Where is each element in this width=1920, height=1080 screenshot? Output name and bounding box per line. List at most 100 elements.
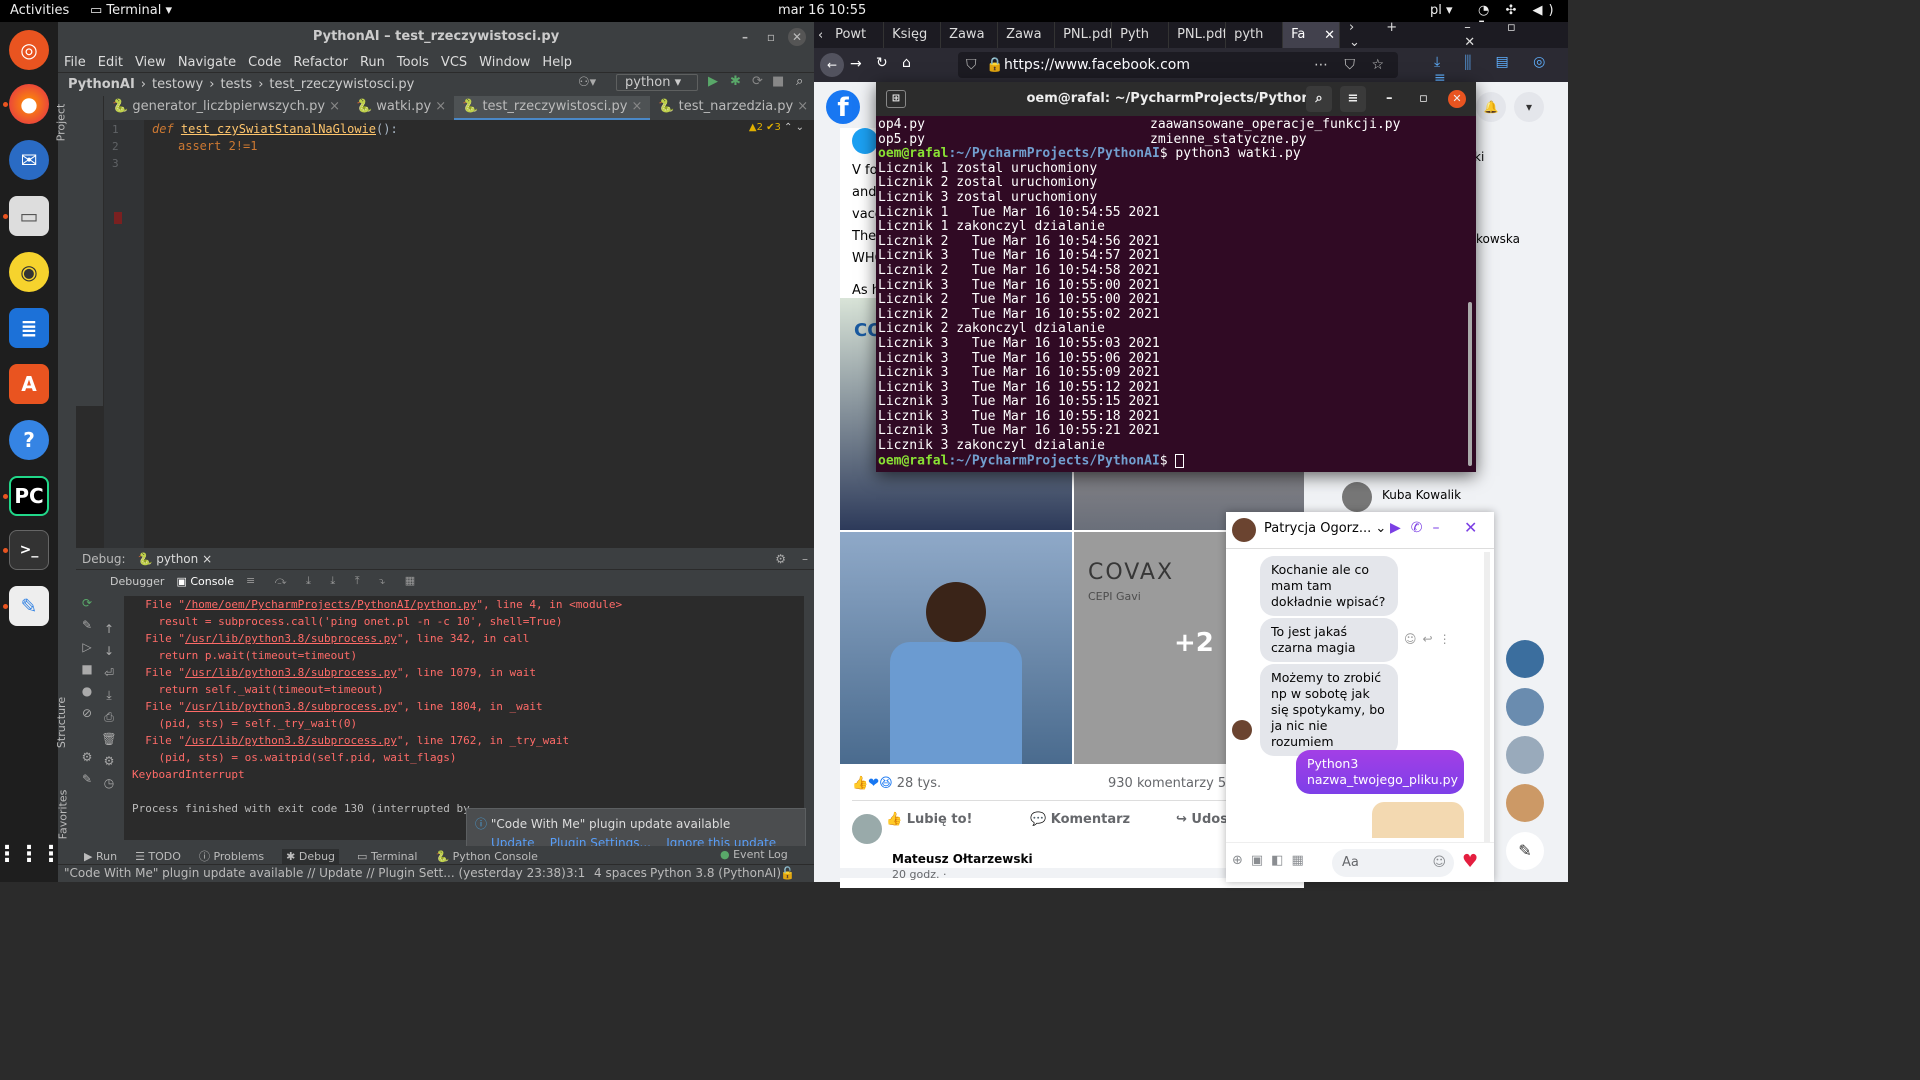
- editor-tab[interactable]: 🐍 generator_liczbpierwszych.py ×: [104, 96, 348, 120]
- account-menu-icon[interactable]: ▾: [1514, 92, 1544, 122]
- thunderbird-icon[interactable]: ✉: [9, 140, 49, 180]
- status-message[interactable]: "Code With Me" plugin update available /…: [64, 866, 566, 880]
- clock[interactable]: mar 16 10:55: [778, 3, 866, 18]
- message-input[interactable]: Aa ☺: [1332, 849, 1454, 877]
- chat-head-avatar[interactable]: [1506, 784, 1544, 822]
- chat-contact-name[interactable]: Patrycja Ogorz... ⌄: [1264, 521, 1386, 536]
- tool-tab-run[interactable]: ▶ Run: [84, 850, 117, 863]
- shield-icon[interactable]: ⛉: [966, 52, 977, 78]
- back-icon[interactable]: ←: [820, 53, 844, 77]
- browser-tab[interactable]: Zawa: [941, 22, 999, 48]
- browser-tab[interactable]: Pyth: [1112, 22, 1170, 48]
- contact-name[interactable]: Kuba Kowalik: [1382, 488, 1461, 502]
- terminal-scrollbar[interactable]: [1468, 302, 1472, 466]
- terminal-icon[interactable]: >_: [9, 530, 49, 570]
- console-file-link[interactable]: /usr/lib/python3.8/subprocess.py: [185, 666, 397, 679]
- message-actions-icons[interactable]: ☺↩⋮: [1404, 632, 1457, 646]
- tool-tab-todo[interactable]: ☰ TODO: [135, 850, 181, 863]
- breadcrumb-dir2[interactable]: tests: [220, 77, 252, 92]
- run-icon[interactable]: ▶: [708, 74, 718, 89]
- reactions-count[interactable]: 👍❤😆 28 tys.: [852, 776, 941, 791]
- comments-count[interactable]: 930 komentarzy 586: [1108, 776, 1243, 791]
- debug-config-tab[interactable]: 🐍 python ×: [138, 552, 213, 566]
- app-menu[interactable]: ▭ Terminal ▾: [90, 3, 172, 18]
- new-message-icon[interactable]: ✎: [1506, 832, 1544, 870]
- code-editor[interactable]: 1 2 3 def test_czySwiatStanalNaGlowie():…: [104, 120, 814, 548]
- share-button[interactable]: ↪ Udos: [1176, 812, 1228, 827]
- facebook-logo-icon[interactable]: f: [826, 90, 860, 124]
- forward-icon[interactable]: →: [850, 56, 862, 72]
- hide-panel-icon[interactable]: –: [802, 552, 808, 566]
- menu-item-vcs[interactable]: VCS: [441, 55, 467, 70]
- close-icon[interactable]: ✕: [788, 28, 806, 46]
- browser-tab[interactable]: Zawa: [998, 22, 1056, 48]
- tool-tab-debug[interactable]: ✱ Debug: [282, 848, 340, 864]
- show-apps-icon[interactable]: ⋮⋮⋮: [0, 834, 62, 874]
- run-config-select[interactable]: python ▾: [616, 74, 698, 91]
- browser-tab[interactable]: Księg: [884, 22, 942, 48]
- menu-item-refactor[interactable]: Refactor: [293, 55, 348, 70]
- compose-attach-icons[interactable]: ⊕▣◧▦: [1232, 853, 1312, 868]
- software-icon[interactable]: A: [9, 364, 49, 404]
- next-post-avatar[interactable]: [852, 814, 882, 844]
- lock-icon[interactable]: 🔓: [780, 866, 795, 880]
- comment-button[interactable]: 💬 Komentarz: [1030, 812, 1130, 827]
- search-icon[interactable]: ⌕: [796, 74, 803, 89]
- menu-item-help[interactable]: Help: [542, 55, 572, 70]
- close-tab-icon[interactable]: ✕: [1324, 28, 1335, 43]
- favorites-tool-tab[interactable]: Favorites: [56, 790, 69, 840]
- event-log-button[interactable]: ● Event Log: [720, 848, 788, 861]
- files-icon[interactable]: ▭: [9, 196, 49, 236]
- contact-avatar[interactable]: [1342, 482, 1372, 512]
- post-photo-3[interactable]: [840, 532, 1072, 764]
- menu-item-run[interactable]: Run: [360, 55, 385, 70]
- writer-icon[interactable]: ≣: [9, 308, 49, 348]
- unicef-avatar[interactable]: [852, 128, 878, 154]
- maximize-icon[interactable]: ▫: [762, 28, 780, 46]
- debug-left-toolbar[interactable]: ⟳ ✎ ▷ ■ ● ⊘ ⚙ ✎: [78, 592, 96, 790]
- maximize-icon[interactable]: ▫: [1419, 82, 1428, 116]
- chat-head-avatar[interactable]: [1506, 688, 1544, 726]
- editor-tab[interactable]: 🐍 watki.py ×: [348, 96, 454, 120]
- language-indicator[interactable]: pl ▾: [1430, 3, 1453, 18]
- tool-tab-problems[interactable]: ⓘ Problems: [199, 848, 264, 864]
- breadcrumb-dir1[interactable]: testowy: [152, 77, 203, 92]
- chat-shared-image[interactable]: [1372, 802, 1464, 838]
- console-file-link[interactable]: /home/oem/PycharmProjects/PythonAI/pytho…: [185, 598, 476, 611]
- search-icon[interactable]: ⌕: [1306, 86, 1332, 112]
- structure-tool-tab[interactable]: Structure: [55, 697, 68, 748]
- inspection-widget[interactable]: ▲2 ✔3 ⌃ ⌄: [749, 122, 804, 133]
- menu-item-code[interactable]: Code: [248, 55, 281, 70]
- minimize-icon[interactable]: –: [1386, 82, 1393, 116]
- chat-scrollbar[interactable]: [1484, 552, 1490, 842]
- tool-tab-python-console[interactable]: 🐍 Python Console: [435, 850, 538, 863]
- like-button[interactable]: 👍 Lubię to!: [886, 812, 972, 827]
- close-tab-icon[interactable]: ×: [797, 99, 808, 114]
- user-icon[interactable]: ⚇▾: [578, 75, 596, 90]
- chat-avatar[interactable]: [1232, 518, 1256, 542]
- chat-head-avatar[interactable]: [1506, 736, 1544, 774]
- close-tab-icon[interactable]: ×: [329, 99, 340, 114]
- close-icon[interactable]: ✕: [1448, 90, 1466, 108]
- console-tab[interactable]: ▣ Console: [176, 575, 234, 588]
- hamburger-menu-icon[interactable]: ≡: [1340, 86, 1366, 112]
- browser-tab[interactable]: pyth: [1226, 22, 1284, 48]
- debug-icon[interactable]: ✱: [730, 74, 741, 89]
- tab-actions-icons[interactable]: › + ⌄: [1349, 20, 1444, 50]
- console-side-toolbar[interactable]: ↑ ↓ ⏎ ⤓ ⎙ 🗑 ⚙ ◷: [100, 618, 118, 794]
- console-file-link[interactable]: /usr/lib/python3.8/subprocess.py: [185, 734, 397, 747]
- new-tab-icon[interactable]: ⊞: [886, 90, 906, 108]
- debug-console-output[interactable]: File "/home/oem/PycharmProjects/PythonAI…: [124, 596, 804, 840]
- reload-icon[interactable]: ↻: [876, 55, 888, 71]
- menu-item-view[interactable]: View: [135, 55, 166, 70]
- page-actions-icons[interactable]: ⋯ ⛉ ☆: [1314, 52, 1390, 78]
- indent-setting[interactable]: 4 spaces: [594, 866, 647, 880]
- settings-gear-icon[interactable]: ⚙: [775, 552, 786, 566]
- tabs-scroll-left-icon[interactable]: ‹: [814, 28, 827, 43]
- project-tool-tab[interactable]: Project: [54, 104, 67, 142]
- debugger-tab[interactable]: Debugger: [110, 575, 164, 588]
- close-tab-icon[interactable]: ×: [631, 99, 642, 114]
- tool-tab-terminal[interactable]: ▭ Terminal: [357, 850, 417, 863]
- editor-tab[interactable]: 🐍 test_narzedzia.py ×: [650, 96, 816, 120]
- url-field[interactable]: ⛉ 🔒 https://www.facebook.com ⋯ ⛉ ☆: [958, 52, 1398, 78]
